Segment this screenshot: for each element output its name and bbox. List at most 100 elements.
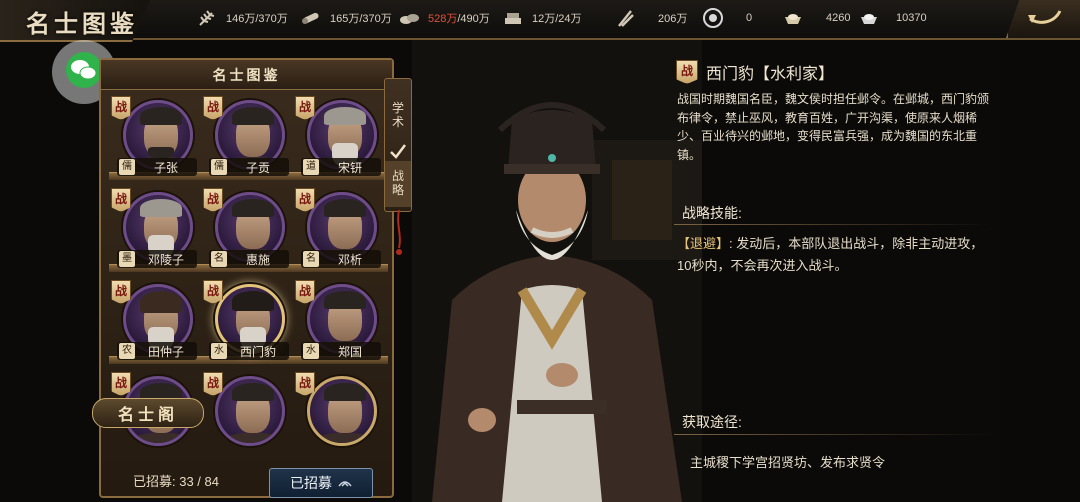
scholar-name: 邓陵子: [147, 252, 184, 267]
back-button[interactable]: [1006, 0, 1080, 38]
skill-description: 【退避】: 发动后，本部队退出战斗，除非主动进攻，10秒内，不会再次进入战斗。: [677, 233, 995, 277]
resource-wood[interactable]: 165万/370万: [300, 0, 392, 36]
scholar-card[interactable]: 战 道 宋钘: [295, 94, 385, 184]
scholar-name: 宋钘: [337, 160, 362, 175]
resource-wood-value: 165万/370万: [330, 13, 392, 25]
detail-name: 西门豹【水利家】: [706, 66, 835, 83]
recruit-filter-button[interactable]: 已招募: [269, 468, 373, 498]
tab-academic[interactable]: 学术: [385, 87, 411, 143]
decree-icon: [614, 7, 636, 29]
scholar-card[interactable]: 战: [295, 370, 385, 460]
tab-strategy[interactable]: 战略: [385, 161, 411, 207]
war-badge: 战: [111, 372, 131, 396]
scholar-card[interactable]: 战 农田仲子: [111, 278, 201, 368]
scholar-name: 田仲子: [147, 344, 184, 359]
scholar-card[interactable]: 战 名 惠施: [203, 186, 293, 276]
resource-iron-value: 12万/24万: [532, 13, 582, 25]
scholar-name: 西门豹: [239, 344, 276, 359]
scholar-card[interactable]: 战 水 郑国: [295, 278, 385, 368]
war-badge: 战: [203, 188, 223, 212]
scholar-portrait: [307, 376, 377, 446]
recruit-filter-label: 已招募: [290, 475, 332, 491]
back-arrow-icon: [1024, 5, 1064, 34]
stone-icon: [398, 7, 420, 29]
school-badge: 墨: [119, 251, 135, 267]
tab-academic-label: 学术: [391, 101, 404, 129]
iron-icon: [502, 7, 524, 29]
side-tabs: 学术 战略: [384, 78, 412, 212]
resource-gold-value: 4260: [826, 12, 851, 24]
resource-grain-value: 146万/370万: [226, 13, 288, 25]
scholar-card[interactable]: 战 名 邓析: [295, 186, 385, 276]
coin-icon: [702, 7, 724, 29]
ximen-bao-figure: [412, 40, 702, 502]
school-badge: 水: [211, 343, 227, 359]
scholar-namebar: 道 宋钘: [301, 158, 381, 176]
scholar-card[interactable]: 战 儒 子张: [111, 94, 201, 184]
war-badge: 战: [295, 280, 315, 304]
right-edge-strip: [1000, 40, 1080, 502]
resource-decree[interactable]: 206万: [614, 0, 687, 36]
school-badge: 水: [303, 343, 319, 359]
resource-coin[interactable]: 0: [702, 0, 752, 36]
scholar-namebar: 名 邓析: [301, 250, 381, 268]
school-badge: 名: [211, 251, 227, 267]
wechat-icon: [64, 50, 104, 95]
scholar-namebar: 墨邓陵子: [117, 250, 197, 268]
panel-header: 名士图鉴: [101, 60, 392, 90]
gold-ingot-icon: [782, 7, 804, 29]
general-portrait-scene: [412, 40, 702, 502]
war-badge: 战: [111, 188, 131, 212]
scholar-name: 邓析: [337, 252, 362, 267]
school-badge: 儒: [211, 159, 227, 175]
detail-bio: 战国时期魏国名臣，魏文侯时担任邺令。在邺城，西门豹颁布律令，禁止巫风，教育百姓，…: [677, 92, 990, 162]
resource-silver[interactable]: 10370: [858, 0, 927, 36]
resource-coin-value: 0: [746, 12, 753, 24]
war-badge: 战: [203, 372, 223, 396]
resource-gold[interactable]: 4260: [782, 0, 850, 36]
scholar-card[interactable]: 战: [203, 370, 293, 460]
scholar-card[interactable]: 战 墨邓陵子: [111, 186, 201, 276]
panel-title: 名士图鉴: [212, 67, 281, 84]
dropdown-arrow-icon: [338, 475, 352, 491]
wood-icon: [300, 7, 322, 29]
scholar-name: 子贡: [245, 160, 270, 175]
resource-stone-cap: /490万: [457, 13, 490, 25]
scholar-name: 惠施: [245, 252, 270, 267]
section-divider: [674, 224, 992, 225]
scholar-portrait: [215, 376, 285, 446]
title-plate: 名士图鉴: [0, 0, 150, 42]
war-badge: 战: [111, 280, 131, 304]
source-text: 主城稷下学宫招贤坊、发布求贤令: [690, 455, 886, 470]
war-badge: 战: [295, 96, 315, 120]
gallery-panel: 名士图鉴 战 儒子张 战 儒 子贡 战 道 宋钘 战 墨邓陵子 战 名 惠施 战 名…: [99, 58, 394, 498]
war-badge: 战: [295, 372, 315, 396]
scholar-pavilion-button[interactable]: 名士阁: [92, 398, 204, 428]
scholar-detail: 战 西门豹【水利家】 战国时期魏国名臣，魏文侯时担任邺令。在邺城，西门豹颁布律令…: [660, 40, 1000, 502]
tab-strategy-label: 战略: [391, 169, 404, 197]
check-icon: [390, 144, 406, 159]
resource-stone[interactable]: 528万/490万: [398, 0, 490, 36]
scholar-card[interactable]: 战 儒 子贡: [203, 94, 293, 184]
skill-name: 【退避】: [677, 236, 730, 251]
scholar-name: 郑国: [337, 344, 362, 359]
scholar-namebar: 水西门豹: [209, 342, 289, 360]
silver-ingot-icon: [858, 7, 880, 29]
resource-silver-value: 10370: [896, 12, 927, 24]
scholar-namebar: 名 惠施: [209, 250, 289, 268]
panel-footer: 已招募: 33 / 84 已招募: [101, 468, 392, 498]
scholar-namebar: 儒 子贡: [209, 158, 289, 176]
war-badge: 战: [111, 96, 131, 120]
school-badge: 农: [119, 343, 135, 359]
school-badge: 道: [303, 159, 319, 175]
scholar-namebar: 水 郑国: [301, 342, 381, 360]
resource-stone-value: 528万: [428, 13, 458, 25]
resource-iron[interactable]: 12万/24万: [502, 0, 582, 36]
scholar-card-selected[interactable]: 战 水西门豹: [203, 278, 293, 368]
resource-grain[interactable]: 146万/370万: [196, 0, 288, 36]
resource-decree-value: 206万: [658, 13, 688, 25]
school-badge: 名: [303, 251, 319, 267]
school-badge: 儒: [119, 159, 135, 175]
top-bar: 名士图鉴 146万/370万 165万/370万 528万/490万 12万/2…: [0, 0, 1080, 42]
war-badge: 战: [295, 188, 315, 212]
